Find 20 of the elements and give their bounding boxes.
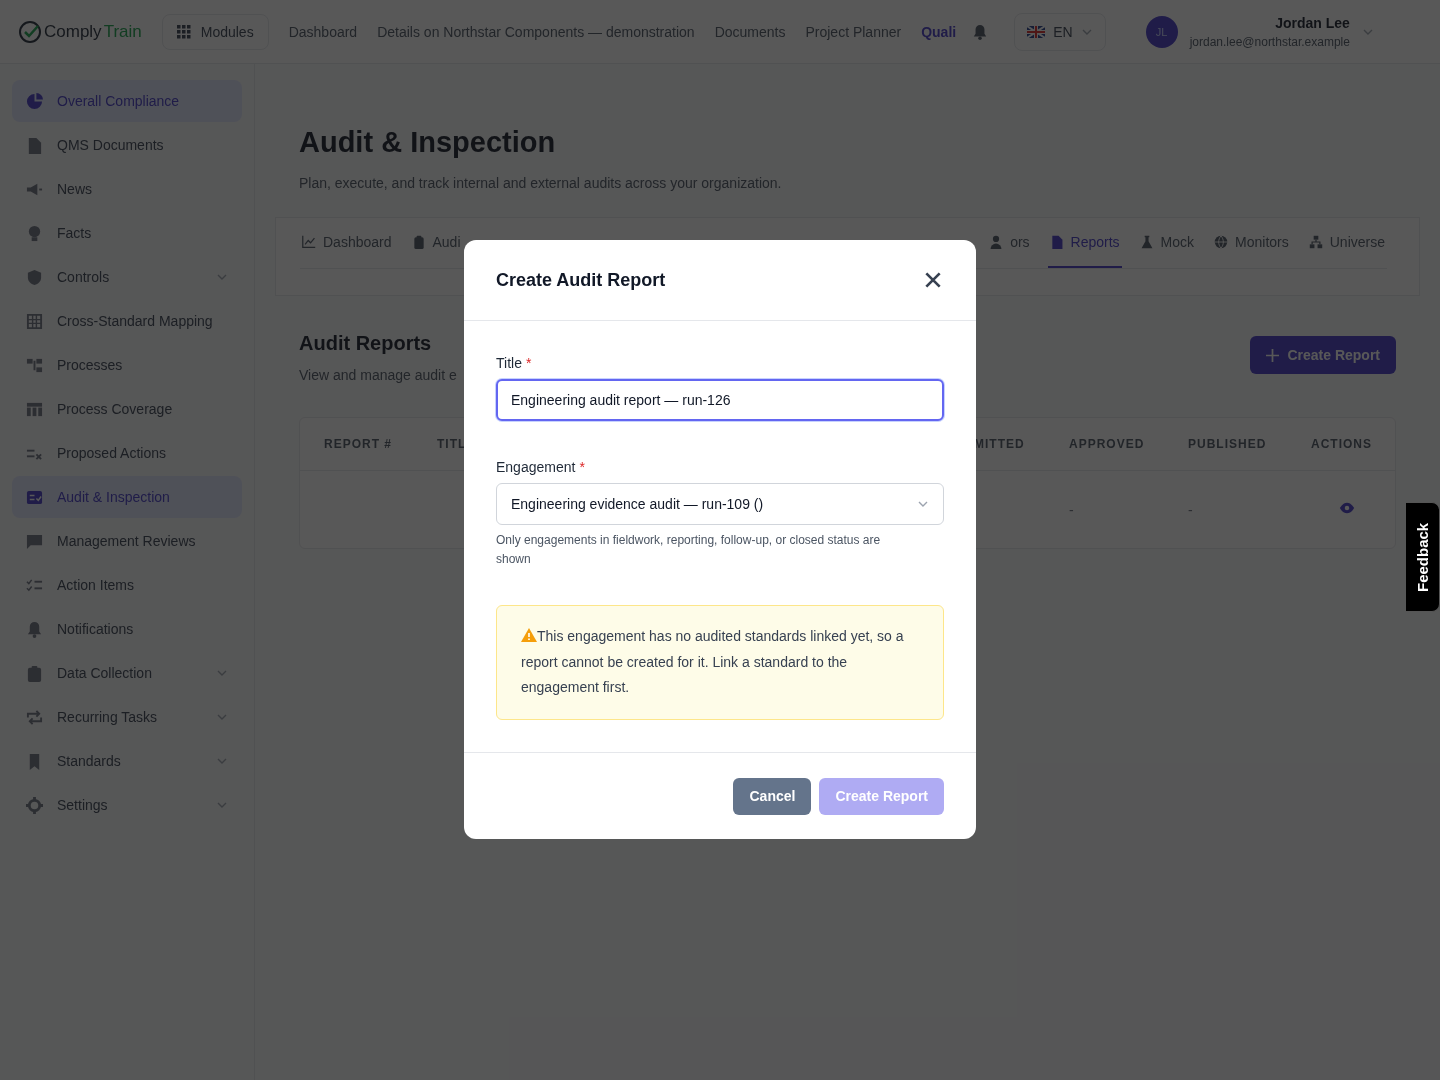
engagement-select[interactable]: Engineering evidence audit — run-109 () — [496, 483, 944, 525]
feedback-tab[interactable]: Feedback — [1406, 502, 1440, 612]
warning-message: This engagement has no audited standards linked yet, so a report cannot be created for it. Link a standard to the engagement first. — [496, 605, 944, 720]
table-cell: - — [1069, 501, 1074, 518]
title-input-field[interactable]: Engineering audit report — run-126 — [496, 379, 944, 421]
dialog-title: Create Audit Report — [496, 269, 666, 291]
cancel-button[interactable]: Cancel — [733, 777, 812, 815]
field-label: Title — [496, 355, 522, 371]
user-name: Jordan Lee — [1275, 14, 1350, 31]
nav-link[interactable]: Quali — [921, 23, 957, 40]
section-title: Audit Reports — [299, 332, 433, 355]
required-mark: * — [525, 355, 532, 371]
table-cell: - — [1188, 501, 1193, 518]
logo-text: Comply — [44, 21, 102, 42]
field-label: Engagement — [496, 459, 576, 475]
warning-icon — [521, 628, 537, 642]
page-title: Audit & Inspection — [299, 126, 557, 159]
logo-text: Train — [103, 21, 142, 42]
field-hint: Only engagements in fieldwork, reporting, follow-up, or closed status are shown — [496, 532, 882, 568]
required-mark: * — [579, 459, 585, 475]
